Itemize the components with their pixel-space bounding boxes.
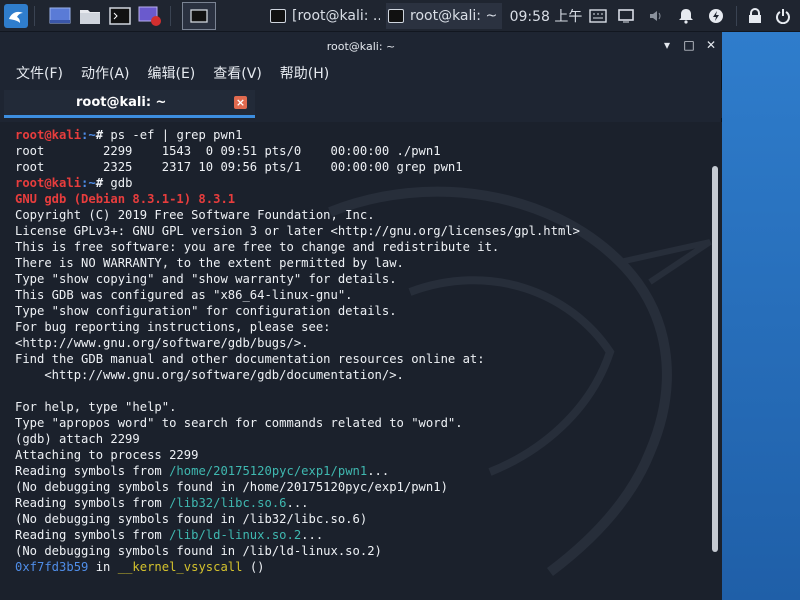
symbol-path: /lib32/libc.so.6 xyxy=(169,496,287,510)
terminal-text: root@kali:~# ps -ef | grep pwn1 root 2299… xyxy=(15,127,580,575)
screen-recorder-icon[interactable] xyxy=(138,4,162,28)
power-manager-icon[interactable] xyxy=(704,4,728,28)
output-line: (No debugging symbols found in /home/201… xyxy=(15,480,448,494)
output-line: Find the GDB manual and other documentat… xyxy=(15,352,485,366)
menu-action[interactable]: 动作(A) xyxy=(81,63,130,83)
prompt-hash: # xyxy=(95,128,111,142)
symbol-path: /lib/ld-linux.so.2 xyxy=(169,528,302,542)
clock[interactable]: 09:58 上午 xyxy=(508,4,584,28)
volume-icon[interactable] xyxy=(644,4,668,28)
minimize-icon[interactable]: ▾ xyxy=(660,38,674,52)
terminal-icon xyxy=(388,9,404,23)
menu-file[interactable]: 文件(F) xyxy=(16,63,63,83)
terminal-window: root@kali: ~ ▾ □ ✕ 文件(F) 动作(A) 编辑(E) 查看(… xyxy=(0,32,722,600)
lock-screen-icon[interactable] xyxy=(744,4,766,28)
frame-function: __kernel_vsyscall xyxy=(117,560,243,574)
taskbar-item-label: root@kali: ~ xyxy=(410,8,498,24)
output-line: For bug reporting instructions, please s… xyxy=(15,320,331,334)
prompt-line: root@kali:~# gdb xyxy=(15,175,580,191)
output-line: This is free software: you are free to c… xyxy=(15,240,500,254)
output-line: <http://www.gnu.org/software/gdb/documen… xyxy=(15,368,404,382)
reading-prefix: Reading symbols from xyxy=(15,528,170,542)
output-line: root 2325 2317 10 09:56 pts/1 00:00:00 g… xyxy=(15,160,463,174)
output-line: Type "apropos word" to search for comman… xyxy=(15,416,463,430)
ellipsis: ... xyxy=(286,496,309,510)
power-icon[interactable] xyxy=(772,4,794,28)
output-line: Reading symbols from /home/20175120pyc/e… xyxy=(15,463,580,479)
output-line: Type "show configuration" for configurat… xyxy=(15,304,397,318)
tab-bar: root@kali: ~ × xyxy=(0,90,722,118)
reading-prefix: Reading symbols from xyxy=(15,496,170,510)
frame-address: 0xf7fd3b59 xyxy=(15,560,89,574)
command-text: ps -ef | grep pwn1 xyxy=(110,128,243,142)
output-line: root 2299 1543 0 09:51 pts/0 00:00:00 ./… xyxy=(15,144,441,158)
tab-close-icon[interactable]: × xyxy=(234,96,247,109)
taskbar-item-terminal-1[interactable]: [root@kali: ... xyxy=(270,3,380,29)
output-line: License GPLv3+: GNU GPL version 3 or lat… xyxy=(15,224,580,238)
notification-bell-icon[interactable] xyxy=(674,4,698,28)
terminal-tab[interactable]: root@kali: ~ × xyxy=(4,90,255,118)
taskbar-item-terminal-2[interactable]: root@kali: ~ xyxy=(386,3,502,29)
prompt-user: root@kali xyxy=(15,176,82,190)
menu-help[interactable]: 帮助(H) xyxy=(280,63,329,83)
taskbar-item-label: [root@kali: ... xyxy=(292,8,380,24)
maximize-icon[interactable]: □ xyxy=(682,38,696,52)
output-line: Reading symbols from /lib/ld-linux.so.2.… xyxy=(15,527,580,543)
output-line: Type "show copying" and "show warranty" … xyxy=(15,272,397,286)
frame-args: () xyxy=(242,560,265,574)
prompt-hash: # xyxy=(95,176,111,190)
prompt-user: root@kali xyxy=(15,128,82,142)
prompt-path: :~ xyxy=(81,176,96,190)
close-icon[interactable]: ✕ xyxy=(704,38,718,52)
panel-separator xyxy=(34,6,35,26)
show-desktop-icon[interactable] xyxy=(48,4,72,28)
ellipsis: ... xyxy=(367,464,390,478)
workspace-1-icon[interactable] xyxy=(182,2,216,30)
tab-label: root@kali: ~ xyxy=(76,95,167,110)
terminal-output[interactable]: root@kali:~# ps -ef | grep pwn1 root 2299… xyxy=(0,122,722,600)
panel-separator xyxy=(170,6,171,26)
prompt-path: :~ xyxy=(81,128,96,142)
keyboard-icon[interactable] xyxy=(586,4,610,28)
gdb-version-line: GNU gdb (Debian 8.3.1-1) 8.3.1 xyxy=(15,192,236,206)
frame-line: 0xf7fd3b59 in __kernel_vsyscall () xyxy=(15,559,580,575)
menu-edit[interactable]: 编辑(E) xyxy=(148,63,196,83)
output-line: (No debugging symbols found in /lib/ld-l… xyxy=(15,544,382,558)
frame-in: in xyxy=(88,560,118,574)
kali-menu-icon[interactable] xyxy=(4,4,28,28)
output-line: This GDB was configured as "x86_64-linux… xyxy=(15,288,353,302)
display-icon[interactable] xyxy=(614,4,638,28)
output-line: <http://www.gnu.org/software/gdb/bugs/>. xyxy=(15,336,309,350)
window-title: root@kali: ~ xyxy=(326,39,396,53)
scrollbar-thumb[interactable] xyxy=(712,166,718,552)
desktop-wallpaper xyxy=(722,32,800,600)
output-line: Reading symbols from /lib32/libc.so.6... xyxy=(15,495,580,511)
menu-bar: 文件(F) 动作(A) 编辑(E) 查看(V) 帮助(H) xyxy=(0,60,722,86)
top-panel: [root@kali: ... root@kali: ~ 09:58 上午 xyxy=(0,0,800,32)
output-line: (gdb) attach 2299 xyxy=(15,432,140,446)
file-manager-icon[interactable] xyxy=(78,4,102,28)
output-line: For help, type "help". xyxy=(15,400,177,414)
output-line: Copyright (C) 2019 Free Software Foundat… xyxy=(15,208,375,222)
panel-separator xyxy=(736,6,737,26)
command-text: gdb xyxy=(110,176,133,190)
symbol-path: /home/20175120pyc/exp1/pwn1 xyxy=(169,464,368,478)
ellipsis: ... xyxy=(301,528,324,542)
output-line: There is NO WARRANTY, to the extent perm… xyxy=(15,256,404,270)
output-line: (No debugging symbols found in /lib32/li… xyxy=(15,512,368,526)
window-titlebar[interactable]: root@kali: ~ ▾ □ ✕ xyxy=(0,32,722,60)
prompt-line: root@kali:~# ps -ef | grep pwn1 xyxy=(15,127,580,143)
reading-prefix: Reading symbols from xyxy=(15,464,170,478)
terminal-icon xyxy=(270,9,286,23)
terminal-launcher-icon[interactable] xyxy=(108,4,132,28)
output-line: Attaching to process 2299 xyxy=(15,448,199,462)
menu-view[interactable]: 查看(V) xyxy=(213,63,262,83)
